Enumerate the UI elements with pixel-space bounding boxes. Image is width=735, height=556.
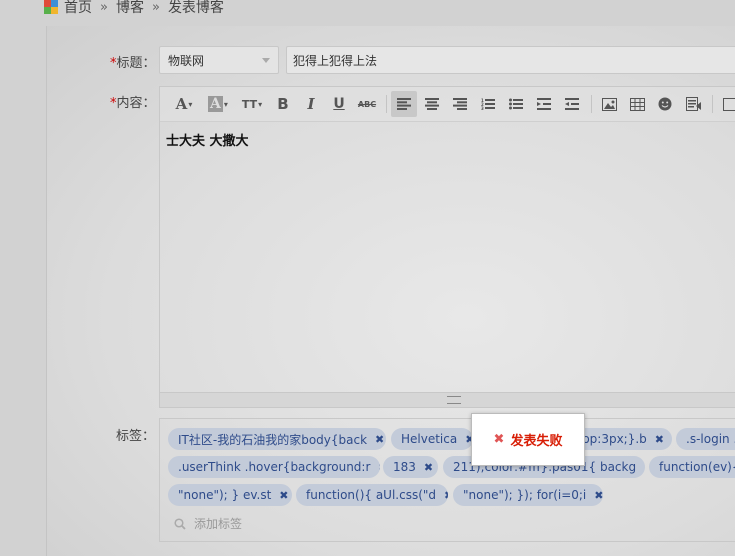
add-tag-placeholder: 添加标签	[194, 517, 243, 531]
breadcrumb-current: 发表博客	[167, 0, 224, 16]
home-grid-icon	[44, 0, 58, 14]
editor-resize-handle[interactable]	[160, 392, 735, 407]
tag-chip: function(ev){	[649, 456, 735, 478]
chevron-down-icon	[262, 58, 270, 63]
align-center-icon[interactable]	[419, 91, 445, 117]
remove-tag-icon[interactable]: ✖	[424, 461, 433, 474]
toolbar-divider	[591, 95, 592, 113]
font-color-icon[interactable]: A ▾	[202, 91, 234, 117]
category-select[interactable]: 物联网	[159, 46, 279, 74]
category-value: 物联网	[168, 53, 205, 68]
add-tag-input[interactable]: 添加标签	[174, 515, 242, 532]
editor-content[interactable]: 士大夫 大撒大	[160, 122, 735, 157]
error-message: 发表失败	[510, 434, 563, 449]
align-left-icon[interactable]	[391, 91, 417, 117]
more-icon[interactable]	[717, 91, 735, 117]
indent-icon[interactable]	[531, 91, 557, 117]
bold-icon[interactable]: B	[270, 91, 296, 117]
svg-text:3: 3	[481, 106, 484, 110]
resize-grip-icon	[447, 396, 461, 404]
title-label: *标题：	[110, 56, 156, 71]
tag-chip: IT社区-我的石油我的家body{back ✖	[168, 428, 386, 450]
text-format-icon[interactable]: TT ▾	[236, 91, 268, 117]
toolbar-divider	[386, 95, 387, 113]
strikethrough-icon[interactable]: ABC	[354, 91, 380, 117]
tags-input-box[interactable]: IT社区-我的石油我的家body{back ✖ Helvetica ✖ top:3p…	[159, 418, 735, 542]
italic-icon[interactable]: I	[298, 91, 324, 117]
breadcrumb-home-link[interactable]: 首页	[64, 0, 92, 17]
error-x-icon: ✖	[493, 432, 505, 447]
remove-tag-icon[interactable]: ✖	[644, 461, 645, 474]
code-icon[interactable]	[680, 91, 706, 117]
align-right-icon[interactable]	[447, 91, 473, 117]
error-toast: ✖ 发表失败	[471, 413, 585, 466]
breadcrumb-separator: »	[100, 0, 108, 15]
underline-icon[interactable]: U	[326, 91, 352, 117]
breadcrumb-separator: »	[151, 0, 160, 15]
remove-tag-icon[interactable]: ✖	[594, 489, 603, 502]
breadcrumb: 首页 » 博客 » 发表博客	[44, 0, 224, 17]
editor-toolbar: A ▾ A ▾ TT ▾ B I U ABC 123	[160, 87, 735, 122]
remove-tag-icon[interactable]: ✖	[655, 433, 664, 446]
ordered-list-icon[interactable]: 123	[475, 91, 501, 117]
remove-tag-icon[interactable]: ✖	[444, 489, 448, 502]
tag-chip: function(){ aUl.css("d✖	[296, 484, 448, 506]
tag-chip: .s-login .l	[676, 428, 735, 450]
tag-chip: "none"); }); for(i=0;i ✖	[453, 484, 603, 506]
tag-chip: 183 ✖	[383, 456, 438, 478]
remove-tag-icon[interactable]: ✖	[375, 433, 384, 446]
content-label: *内容：	[110, 96, 156, 111]
rich-text-editor: A ▾ A ▾ TT ▾ B I U ABC 123 士大夫 大撒大	[159, 86, 735, 408]
tag-chip: Helvetica ✖	[391, 428, 473, 450]
remove-tag-icon[interactable]: ✖	[279, 489, 288, 502]
image-icon[interactable]	[596, 91, 622, 117]
tags-label: 标签：	[116, 429, 156, 444]
tag-chip: .userThink .hover{background:r✖	[168, 456, 380, 478]
breadcrumb-blog-link[interactable]: 博客	[116, 0, 144, 17]
search-icon	[174, 517, 186, 530]
tag-chip: "none"); } ev.st ✖	[168, 484, 292, 506]
unordered-list-icon[interactable]	[503, 91, 529, 117]
remove-tag-icon[interactable]: ✖	[378, 461, 380, 474]
font-size-icon[interactable]: A ▾	[168, 91, 200, 117]
table-icon[interactable]	[624, 91, 650, 117]
toolbar-divider	[712, 95, 713, 113]
emoticon-icon[interactable]	[652, 91, 678, 117]
outdent-icon[interactable]	[559, 91, 585, 117]
title-input[interactable]	[286, 46, 735, 74]
